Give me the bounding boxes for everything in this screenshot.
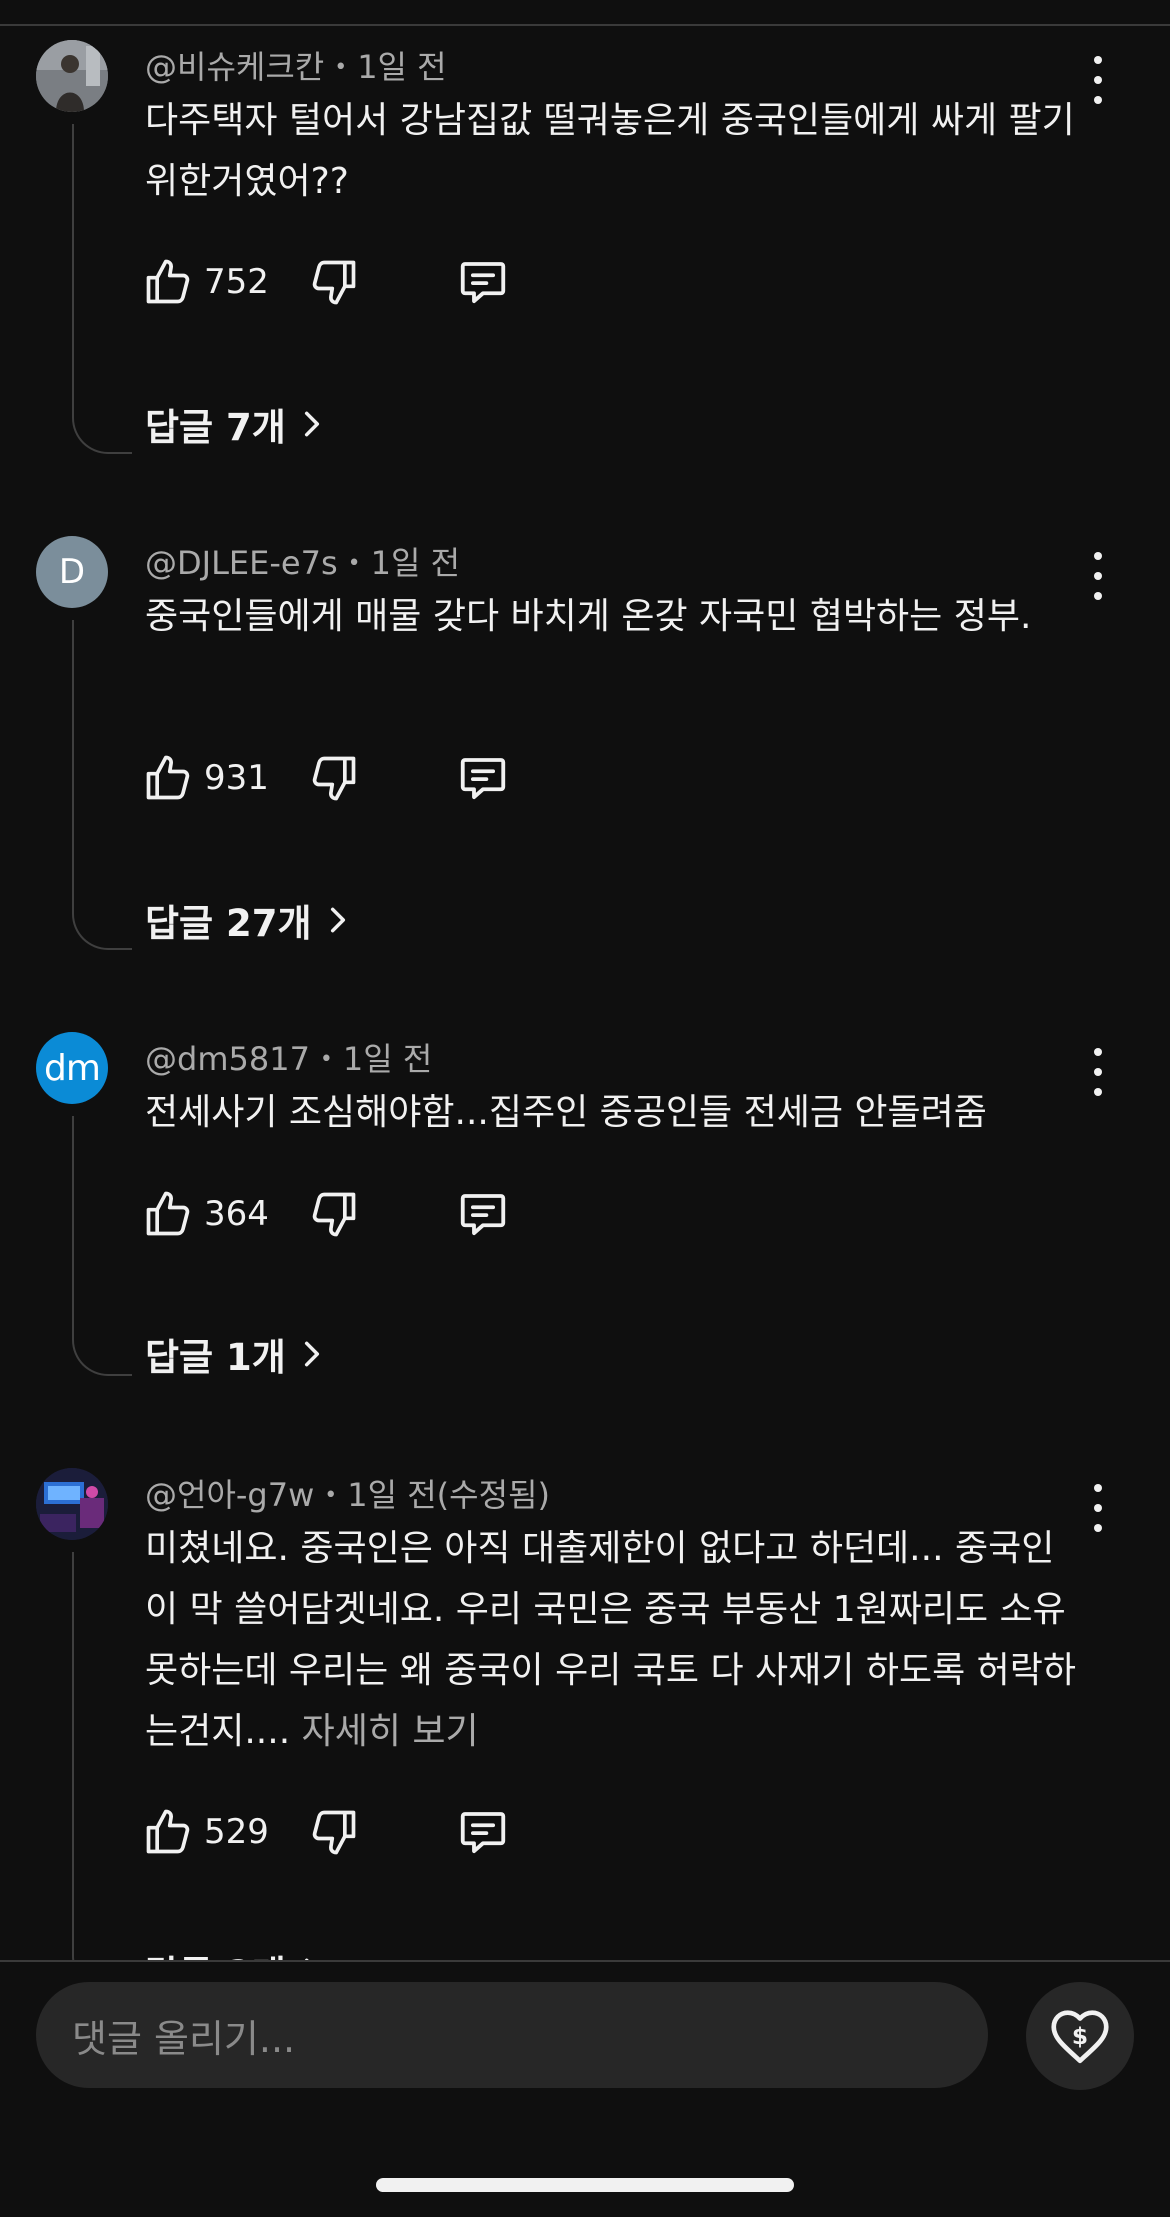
read-more-link[interactable]: 자세히 보기 [302,1711,479,1752]
thumb-down-icon [308,256,360,308]
comment-actions: 931 [142,748,562,808]
comment-icon [456,1187,510,1241]
home-indicator[interactable] [376,2178,794,2192]
comment-text: 전세사기 조심해야함...집주인 중공인들 전세금 안돌려줌 [145,1092,987,1133]
replies-label: 답글 2개 [145,1944,286,1960]
comment-icon [456,1805,510,1859]
reply-button[interactable] [456,252,510,312]
thumb-up-icon [142,256,194,308]
comment-thread: @비슈케크칸 • 1일 전 다주택자 털어서 강남집값 떨궈놓은게 중국인들에게 싸… [0,32,1170,502]
avatar[interactable]: dm [36,1032,108,1104]
comment-actions: 364 [142,1184,562,1244]
comment-icon [456,751,510,805]
like-count: 931 [204,758,269,798]
dislike-button[interactable] [308,1802,360,1862]
like-count: 364 [204,1194,269,1234]
svg-text:$: $ [1072,2022,1088,2050]
comment-meta: @dm5817 • 1일 전 [145,1034,432,1080]
chevron-right-icon [296,408,328,440]
comment-time: 1일 전(수정됨) [347,1476,550,1514]
chevron-right-icon [322,904,354,936]
view-replies-button[interactable]: 답글 1개 [145,1327,328,1381]
comment-input-placeholder: 댓글 올리기... [72,2016,296,2061]
thread-line [72,124,132,454]
comment-actions: 752 [142,252,562,312]
separator-dot: • [319,1047,333,1072]
avatar[interactable]: D [36,536,108,608]
user-photo-icon [36,1468,108,1540]
like-count: 752 [204,262,269,302]
view-replies-button[interactable]: 답글 27개 [145,893,354,947]
thumb-down-icon [308,752,360,804]
comment-thread: dm @dm5817 • 1일 전 전세사기 조심해야함...집주인 중공인들 전세… [0,1024,1170,1434]
dislike-button[interactable] [308,748,360,808]
super-thanks-button[interactable]: $ [1026,1982,1134,2090]
separator-dot: • [347,551,361,576]
more-options-icon[interactable] [1080,1048,1116,1096]
comment-meta: @언아-g7w • 1일 전(수정됨) [145,1470,550,1516]
reply-button[interactable] [456,1802,510,1862]
heart-dollar-icon: $ [1051,2010,1109,2064]
bottom-divider [0,1960,1170,1962]
thumb-up-icon [142,752,194,804]
like-button[interactable]: 752 [142,252,269,312]
more-options-icon[interactable] [1080,552,1116,600]
avatar-letter: D [58,552,86,592]
author-name[interactable]: @dm5817 [145,1040,310,1078]
like-count: 529 [204,1812,269,1852]
user-photo-icon [36,40,108,112]
comment-text: 다주택자 털어서 강남집값 떨궈놓은게 중국인들에게 싸게 팔기 위한거였어?? [145,100,1075,202]
view-replies-button[interactable]: 답글 2개 [145,1944,328,1960]
comment-text: 미쳤네요. 중국인은 아직 대출제한이 없다고 하던데... 중국인이 막 쓸어… [145,1518,1080,1762]
comment-time: 1일 전 [370,544,461,582]
comment-input[interactable]: 댓글 올리기... [36,1982,988,2088]
dislike-button[interactable] [308,252,360,312]
dislike-button[interactable] [308,1184,360,1244]
replies-label: 답글 7개 [145,406,286,449]
comment-meta: @비슈케크칸 • 1일 전 [145,42,447,88]
comments-screen: @비슈케크칸 • 1일 전 다주택자 털어서 강남집값 떨궈놓은게 중국인들에게 싸… [0,0,1170,2217]
thread-line [72,1552,132,1960]
comment-text-content: 미쳤네요. 중국인은 아직 대출제한이 없다고 하던데... 중국인이 막 쓸어… [145,1528,1076,1752]
replies-label: 답글 27개 [145,902,312,945]
comment-actions: 529 [142,1802,562,1862]
avatar[interactable] [36,40,108,112]
comment-icon [456,255,510,309]
chevron-right-icon [296,1338,328,1370]
comment-time: 1일 전 [357,48,447,86]
author-name[interactable]: @언아-g7w [145,1476,314,1514]
thumb-down-icon [308,1188,360,1240]
comment-list[interactable]: @비슈케크칸 • 1일 전 다주택자 털어서 강남집값 떨궈놓은게 중국인들에게 싸… [0,26,1170,1960]
thumb-up-icon [142,1806,194,1858]
avatar-letter: dm [44,1047,101,1089]
comment-time: 1일 전 [342,1040,433,1078]
thread-line [72,620,132,950]
view-replies-button[interactable]: 답글 7개 [145,397,328,451]
more-options-icon[interactable] [1080,56,1116,104]
thumb-up-icon [142,1188,194,1240]
like-button[interactable]: 364 [142,1184,269,1244]
author-name[interactable]: @비슈케크칸 [145,48,324,86]
like-button[interactable]: 931 [142,748,269,808]
avatar[interactable] [36,1468,108,1540]
like-button[interactable]: 529 [142,1802,269,1862]
reply-button[interactable] [456,1184,510,1244]
author-name[interactable]: @DJLEE-e7s [145,544,338,582]
thumb-down-icon [308,1806,360,1858]
thread-line [72,1116,132,1376]
reply-button[interactable] [456,748,510,808]
separator-dot: • [334,55,348,80]
comment-text: 중국인들에게 매물 갖다 바치게 온갖 자국민 협박하는 정부. [145,596,1032,637]
replies-label: 답글 1개 [145,1336,286,1379]
comment-thread: @언아-g7w • 1일 전(수정됨) 미쳤네요. 중국인은 아직 대출제한이 없다… [0,1460,1170,1960]
comment-thread: D @DJLEE-e7s • 1일 전 중국인들에게 매물 갖다 바치게 온갖 자국… [0,528,1170,998]
more-options-icon[interactable] [1080,1484,1116,1532]
separator-dot: • [324,1483,338,1508]
comment-meta: @DJLEE-e7s • 1일 전 [145,538,460,584]
